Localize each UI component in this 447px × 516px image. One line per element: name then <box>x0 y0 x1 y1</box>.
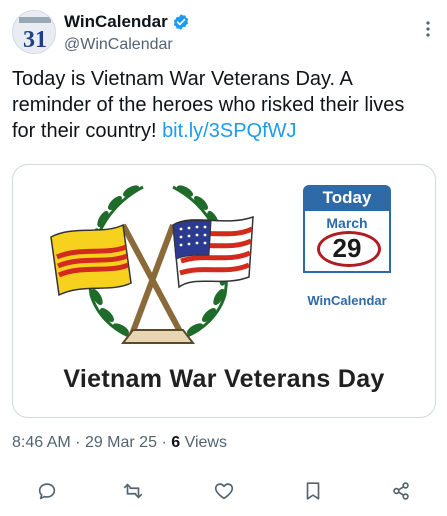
meta-separator: · <box>161 434 172 451</box>
verified-badge-icon <box>172 13 190 31</box>
calendar-brand: WinCalendar <box>307 293 387 308</box>
bookmark-button[interactable] <box>300 478 326 504</box>
avatar-text: 31 <box>23 27 47 53</box>
meta-separator: · <box>75 434 85 451</box>
calendar-header: Today <box>303 185 391 211</box>
tweet-meta: 8:46 AM · 29 Mar 25 · 6 Views <box>12 434 227 452</box>
reply-button[interactable] <box>34 478 60 504</box>
tweet-date[interactable]: 29 Mar 25 <box>85 434 157 451</box>
views-count: 6 <box>171 434 181 451</box>
tweet-time[interactable]: 8:46 AM <box>12 434 71 451</box>
calendar-body: March 29 <box>303 211 391 273</box>
tweet-text: Today is Vietnam War Veterans Day. A rem… <box>12 66 432 144</box>
author-handle[interactable]: @WinCalendar <box>64 36 173 54</box>
action-bar <box>0 478 447 508</box>
like-button[interactable] <box>211 478 237 504</box>
reply-icon <box>38 483 56 500</box>
south-vietnam-flag <box>50 223 132 297</box>
tweet-link[interactable]: bit.ly/3SPQfWJ <box>162 120 296 142</box>
media-card[interactable]: Today March 29 WinCalendar Vietnam War V… <box>12 164 436 418</box>
media-caption: Vietnam War Veterans Day <box>63 365 385 393</box>
calendar-badge: Today March 29 <box>303 185 391 273</box>
calendar-month: March <box>326 215 368 231</box>
views-label: Views <box>184 434 227 451</box>
more-icon[interactable] <box>419 20 437 38</box>
heart-icon <box>214 483 234 500</box>
calendar-day: 29 <box>332 233 362 263</box>
share-button[interactable] <box>388 478 414 504</box>
retweet-icon <box>123 483 143 499</box>
retweet-button[interactable] <box>120 478 146 504</box>
bookmark-icon <box>306 482 320 500</box>
us-flag <box>172 215 254 289</box>
author-display-name[interactable]: WinCalendar <box>64 12 168 32</box>
share-icon <box>393 482 409 500</box>
avatar[interactable]: 31 <box>12 10 56 54</box>
author-name-row[interactable]: WinCalendar <box>64 12 190 32</box>
